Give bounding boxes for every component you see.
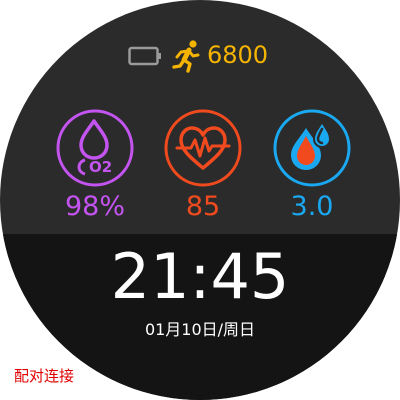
metric-blood-oxygen[interactable]: O2 98% [55,108,135,226]
current-time: 21:45 [110,240,290,313]
blood-oxygen-icon-label: O2 [89,158,112,176]
blood-oxygen-value: 98% [64,191,125,222]
watch-preview: 6800 O2 98% 85 3.0 21:45 01月10日/周日 配对连接 [0,0,400,400]
current-date: 01月10日/周日 [144,320,256,339]
metric-heart-rate[interactable]: 85 [163,108,243,226]
pair-connect-link[interactable]: 配对连接 [14,366,74,386]
watch-face: 6800 O2 98% 85 3.0 21:45 01月10日/周日 [0,0,400,400]
metric-blood-sugar[interactable]: 3.0 [272,108,352,226]
battery-low-icon [128,46,161,66]
blood-drops-icon [273,109,351,187]
step-count: 6800 [207,41,269,69]
heart-rate-value: 85 [185,191,221,222]
heart-rate-icon [164,109,242,187]
running-person-icon [172,40,200,73]
blood-oxygen-icon: O2 [56,109,134,187]
status-row: 6800 [0,38,400,74]
blood-sugar-value: 3.0 [290,191,334,222]
